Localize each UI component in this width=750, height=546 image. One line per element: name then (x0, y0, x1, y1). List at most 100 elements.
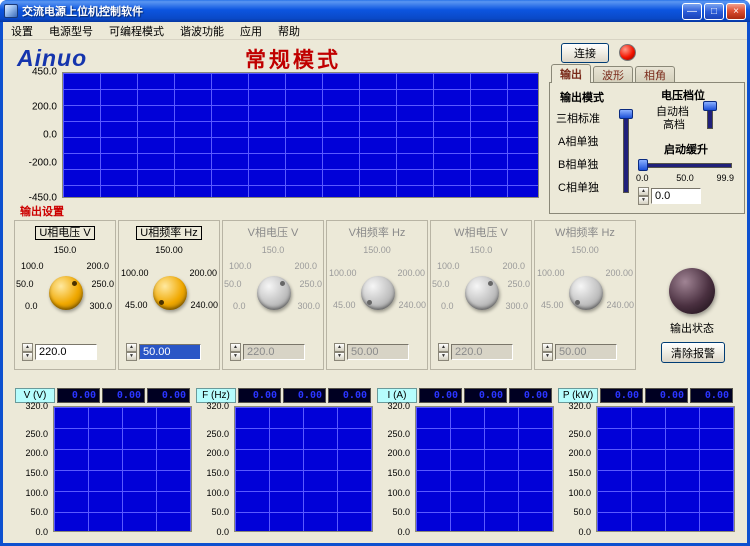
ramp-tick: 50.0 (676, 173, 694, 183)
dial-tick: 240.00 (190, 300, 218, 310)
output-status-indicator (669, 268, 715, 314)
y-tick: 250.0 (25, 428, 48, 439)
knob-group-u-voltage: U相电压 V 150.0 100.0 200.0 50.0 250.0 0.0 … (14, 220, 116, 370)
dial-tick: 100.0 (21, 261, 44, 271)
dial-tick: 200.0 (294, 261, 317, 271)
dial-tick: 250.0 (91, 279, 114, 289)
menu-programmable-mode[interactable]: 可编程模式 (101, 22, 172, 40)
slider-handle[interactable] (703, 101, 717, 111)
value-spinner: ▲ ▼ (438, 343, 449, 361)
minimize-button[interactable]: — (682, 2, 702, 20)
y-tick: 320.0 (387, 401, 410, 411)
spinner-up-icon: ▲ (230, 343, 241, 352)
measure-display: 0.00 (600, 388, 643, 403)
y-tick: 200.0 (206, 448, 229, 459)
y-tick: 100.0 (206, 487, 229, 498)
knob-title: W相电压 V (454, 227, 508, 239)
spinner-up-icon[interactable]: ▲ (22, 343, 33, 352)
dial-tick: 300.0 (89, 301, 112, 311)
ramp-label: 启动缓升 (664, 144, 708, 156)
chart-plot-area (415, 406, 554, 532)
spinner-down-icon[interactable]: ▼ (638, 196, 649, 205)
right-tab-control: 输出 波形 相角 输出模式 三相标准 A相单独 B相单独 C相单独 电压档位 自… (549, 64, 745, 214)
tab-waveform[interactable]: 波形 (593, 66, 633, 82)
ramp-tick: 99.9 (716, 173, 734, 183)
connect-button[interactable]: 连接 (561, 43, 609, 63)
spinner-up-icon[interactable]: ▲ (126, 343, 137, 352)
maximize-button[interactable]: □ (704, 2, 724, 20)
dial-tick: 200.00 (397, 268, 425, 278)
y-tick: -200.0 (28, 157, 57, 169)
dial-tick: 200.00 (605, 268, 633, 278)
chart-y-axis: 320.0 250.0 200.0 150.0 100.0 50.0 0.0 (377, 401, 413, 537)
measure-display: 0.00 (102, 388, 145, 403)
menu-application[interactable]: 应用 (232, 22, 270, 40)
menu-settings[interactable]: 设置 (3, 22, 41, 40)
clear-alarm-button[interactable]: 清除报警 (661, 342, 725, 363)
y-tick: 50.0 (573, 507, 591, 518)
chart-plot-area (234, 406, 373, 532)
dial-tick: 150.0 (53, 245, 77, 255)
spinner-up-icon: ▲ (542, 343, 553, 352)
dial-tick: 300.0 (297, 301, 320, 311)
u-voltage-knob[interactable] (49, 276, 83, 310)
y-tick: 100.0 (387, 487, 410, 498)
y-tick: 150.0 (387, 467, 410, 478)
spinner-down-icon: ▼ (438, 352, 449, 361)
value-spinner[interactable]: ▲ ▼ (22, 343, 33, 361)
spinner-down-icon[interactable]: ▼ (22, 352, 33, 361)
total-chart: 320.0 250.0 200.0 150.0 100.0 50.0 0.0 (558, 401, 736, 538)
value-spinner[interactable]: ▲ ▼ (126, 343, 137, 361)
main-content: Ainuo 常规模式 连接 输出 波形 相角 输出模式 三相标准 A相单独 B相… (3, 40, 747, 543)
slider-handle[interactable] (638, 159, 648, 171)
y-tick: 0.0 (43, 129, 57, 141)
y-tick: 320.0 (25, 401, 48, 411)
slider-track (623, 109, 629, 193)
window-title: 交流电源上位机控制软件 (22, 6, 143, 18)
u-frequency-value-input[interactable]: 50.00 (139, 343, 201, 360)
y-tick: 0.0 (397, 527, 410, 537)
knob-title: U相频率 Hz (119, 224, 219, 240)
close-button[interactable]: × (726, 2, 746, 20)
menu-power-model[interactable]: 电源型号 (41, 22, 101, 40)
measure-display: 0.00 (419, 388, 462, 403)
y-tick: 200.0 (568, 448, 591, 459)
tab-phase-angle[interactable]: 相角 (635, 66, 675, 82)
knob-group-v-voltage: V相电压 V 150.0 100.0 200.0 50.0 250.0 0.0 … (222, 220, 324, 370)
output-mode-slider[interactable] (618, 109, 634, 193)
y-tick: 200.0 (25, 448, 48, 459)
y-tick: -450.0 (28, 192, 57, 204)
voltage-range-slider[interactable] (702, 101, 718, 129)
dial-tick: 100.0 (229, 261, 252, 271)
dial-tick: 240.00 (398, 300, 426, 310)
menu-bar: 设置 电源型号 可编程模式 谐波功能 应用 帮助 (3, 22, 747, 40)
ramp-slider[interactable] (638, 159, 732, 171)
ramp-value-spinner[interactable]: ▲ ▼ (638, 187, 649, 205)
ramp-value-input[interactable]: 0.0 (651, 187, 701, 204)
spinner-up-icon[interactable]: ▲ (638, 187, 649, 196)
option-phase-a-only: A相单独 (558, 136, 599, 148)
value-spinner: ▲ ▼ (230, 343, 241, 361)
chart-plot-area (53, 406, 192, 532)
dial-tick: 150.0 (261, 245, 285, 255)
spinner-down-icon[interactable]: ▼ (126, 352, 137, 361)
chart-y-axis: 320.0 250.0 200.0 150.0 100.0 50.0 0.0 (15, 401, 51, 537)
y-tick: 150.0 (206, 467, 229, 478)
tab-output[interactable]: 输出 (551, 64, 591, 83)
title-bar[interactable]: 交流电源上位机控制软件 — □ × (0, 0, 750, 22)
dial-tick: 240.00 (606, 300, 634, 310)
menu-harmonic-function[interactable]: 谐波功能 (172, 22, 232, 40)
y-tick: 150.0 (568, 467, 591, 478)
measure-display: 0.00 (690, 388, 733, 403)
y-tick: 50.0 (392, 507, 410, 518)
menu-help[interactable]: 帮助 (270, 22, 308, 40)
measure-display: 0.00 (645, 388, 688, 403)
output-mode-label: 输出模式 (560, 92, 604, 104)
dial-tick: 150.00 (571, 245, 599, 255)
u-voltage-value-input[interactable]: 220.0 (35, 343, 97, 360)
dial-tick: 45.00 (541, 300, 564, 310)
main-waveform-chart: 450.0 200.0 0.0 -200.0 -450.0 (17, 67, 541, 204)
u-frequency-knob[interactable] (153, 276, 187, 310)
dial-tick: 300.0 (505, 301, 528, 311)
slider-handle[interactable] (619, 109, 633, 119)
